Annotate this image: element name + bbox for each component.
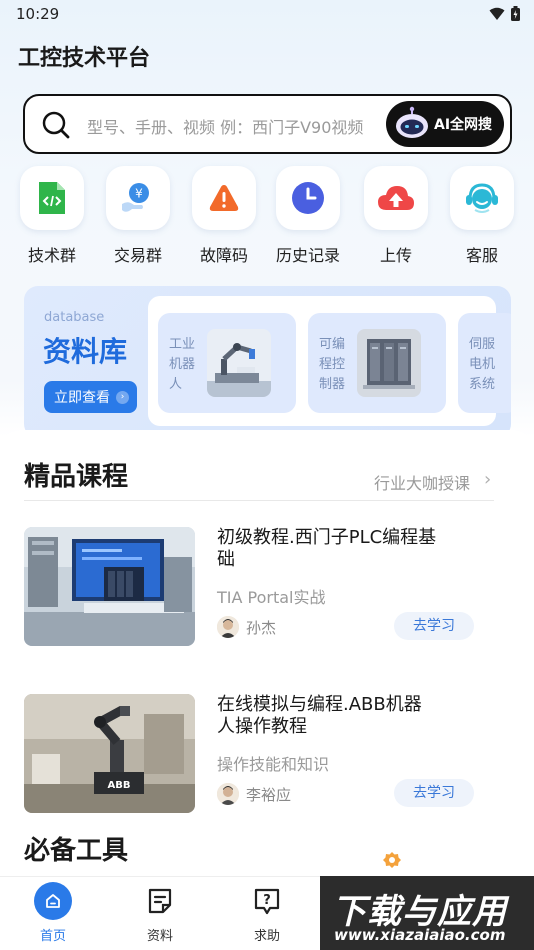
code-file-icon: [39, 182, 65, 214]
database-card-label: 可编 程控 制器: [319, 337, 346, 392]
home-icon: [46, 894, 60, 908]
quick-action-tech-group[interactable]: 技术群: [12, 166, 92, 266]
search-bar[interactable]: 型号、手册、视频 例：西门子V90视频 AI全网搜: [23, 94, 512, 154]
database-card-plc[interactable]: 可编 程控 制器: [308, 313, 446, 413]
quick-action-trade-group[interactable]: ¥ 交易群: [98, 166, 178, 266]
quick-action-history[interactable]: 历史记录: [268, 166, 348, 266]
nav-item-materials[interactable]: 资料: [120, 877, 200, 950]
database-title: 资料库: [43, 335, 128, 368]
quick-tile: [192, 166, 256, 230]
course-card[interactable]: 初级教程.西门子PLC编程基 础 TIA Portal实战 孙杰 去学习: [24, 527, 494, 647]
svg-text:ABB: ABB: [108, 780, 131, 791]
teacher-name: 李裕应: [246, 786, 292, 804]
database-card-label: 工业 机器 人: [169, 337, 196, 392]
course-title: 初级教程.西门子PLC编程基 础: [217, 527, 437, 570]
clock-icon: [292, 182, 324, 214]
courses-section-title: 精品课程: [24, 462, 129, 492]
section-divider: [24, 500, 494, 501]
watermark-url: www.xiazaiaiao.com: [334, 926, 506, 944]
headset-icon: [466, 183, 498, 213]
database-card-servo[interactable]: 伺服 电机 系统: [458, 313, 511, 413]
quick-tile: [364, 166, 428, 230]
database-subtitle: database: [44, 310, 105, 325]
teacher-name: 孙杰: [246, 619, 277, 637]
quick-tile: ¥: [106, 166, 170, 230]
svg-text:¥: ¥: [135, 187, 143, 201]
search-input[interactable]: 型号、手册、视频 例：西门子V90视频: [87, 114, 363, 138]
chevron-right-icon: ›: [484, 469, 492, 490]
quick-action-label: 客服: [465, 246, 498, 265]
tools-section-title: 必备工具: [24, 836, 129, 866]
course-subtitle: TIA Portal实战: [217, 588, 326, 607]
nav-label: 求助: [253, 929, 280, 944]
plc-module-image: [357, 329, 421, 397]
database-card-robot[interactable]: 工业 机器 人: [158, 313, 296, 413]
nav-item-help[interactable]: ? 求助: [227, 877, 307, 950]
course-title: 在线模拟与编程.ABB机器 人操作教程: [217, 694, 422, 737]
site-watermark: 下载与应用 www.xiazaiaiao.com: [320, 876, 534, 950]
battery-icon: [511, 6, 520, 21]
courses-more-label: 行业大咖授课: [374, 474, 471, 493]
quick-action-label: 上传: [379, 246, 412, 265]
quick-action-error-code[interactable]: 故障码: [184, 166, 264, 266]
svg-text:?: ?: [263, 893, 271, 908]
database-panel: database 资料库 立即查看 › 工业 机器 人 可编 程控 制器 伺服 …: [24, 286, 511, 438]
status-icons: [489, 6, 520, 21]
status-time: 10:29: [16, 5, 60, 23]
course-subtitle: 操作技能和知识: [217, 755, 330, 774]
go-study-button[interactable]: 去学习: [394, 779, 474, 807]
floating-badge-icon[interactable]: [382, 851, 402, 871]
course-card[interactable]: ABB 在线模拟与编程.ABB机器 人操作教程 操作技能和知识 李裕应 去学习: [24, 694, 494, 814]
quick-action-label: 故障码: [199, 246, 248, 265]
ai-search-button[interactable]: AI全网搜: [386, 101, 504, 147]
quick-action-label: 技术群: [27, 246, 76, 265]
ai-robot-icon: [396, 106, 428, 138]
document-icon: [148, 888, 172, 914]
warning-icon: [209, 185, 239, 211]
database-card-label: 伺服 电机 系统: [469, 337, 496, 392]
quick-tile: [450, 166, 514, 230]
quick-action-customer-service[interactable]: 客服: [442, 166, 522, 266]
nav-label: 资料: [146, 929, 173, 944]
courses-more-link[interactable]: 行业大咖授课 ›: [374, 469, 498, 493]
cloud-upload-icon: [378, 186, 414, 210]
teacher-avatar: [217, 616, 239, 638]
view-now-button[interactable]: 立即查看 ›: [44, 381, 137, 413]
robot-arm-image: [207, 329, 271, 397]
view-now-label: 立即查看: [54, 390, 110, 406]
database-cards: 工业 机器 人 可编 程控 制器 伺服 电机 系统: [148, 296, 511, 426]
status-bar: 10:29: [0, 0, 534, 30]
chevron-right-icon: ›: [116, 391, 129, 404]
quick-action-upload[interactable]: 上传: [356, 166, 436, 266]
content-sheet: [0, 430, 534, 950]
quick-actions: 技术群 ¥ 交易群 故障码 历史记录 上传 客服: [0, 166, 534, 266]
nav-item-home[interactable]: 首页: [13, 877, 93, 950]
wifi-icon: [489, 7, 505, 20]
go-study-button[interactable]: 去学习: [394, 612, 474, 640]
ai-search-label: AI全网搜: [434, 117, 493, 133]
search-icon: [42, 111, 70, 139]
course-thumbnail: [24, 527, 195, 646]
quick-action-label: 交易群: [113, 246, 162, 265]
quick-action-label: 历史记录: [275, 246, 340, 265]
quick-tile: [276, 166, 340, 230]
help-chat-icon: ?: [254, 888, 280, 915]
teacher-avatar: [217, 783, 239, 805]
yen-hand-icon: ¥: [122, 183, 149, 212]
app-title: 工控技术平台: [18, 46, 151, 71]
nav-label: 首页: [39, 929, 66, 944]
quick-tile: [20, 166, 84, 230]
course-thumbnail: ABB: [24, 694, 195, 813]
